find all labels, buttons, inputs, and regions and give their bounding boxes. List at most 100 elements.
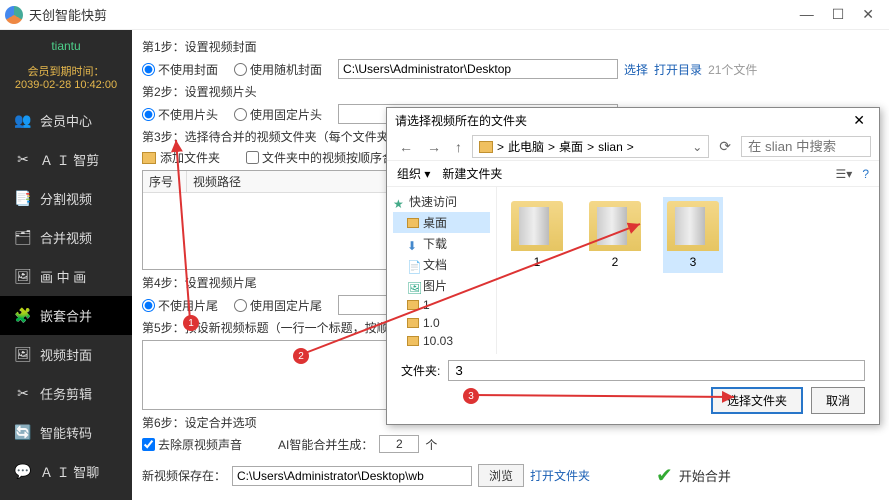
s6-remove-audio[interactable]: 去除原视频声音 xyxy=(142,436,242,453)
nav-label: Ａ Ｉ 智聊 xyxy=(40,462,99,481)
ai-gen-count[interactable]: 2 xyxy=(379,435,419,453)
doc-icon: 📄 xyxy=(407,260,419,270)
nav-back[interactable]: ← xyxy=(395,137,417,157)
folder-thumb xyxy=(667,201,719,251)
s4-fixed-tail[interactable]: 使用固定片尾 xyxy=(234,297,322,314)
star-icon: ★ xyxy=(393,197,405,207)
quick-access[interactable]: ★快速访问 xyxy=(393,191,490,212)
dialog-close-button[interactable]: ✕ xyxy=(847,112,871,129)
split-icon: 📑 xyxy=(14,192,32,206)
nav-nested-merge[interactable]: 🧩嵌套合并 xyxy=(0,296,132,335)
folder-thumb xyxy=(589,201,641,251)
folder-name-label: 文件夹: xyxy=(401,362,440,379)
app-logo xyxy=(5,6,23,24)
start-merge-button[interactable]: ✔开始合并 xyxy=(656,463,731,488)
minimize-button[interactable]: — xyxy=(800,6,814,23)
nav-ai-chat[interactable]: 💬Ａ Ｉ 智聊 xyxy=(0,452,132,491)
dropdown-icon[interactable]: ⌄ xyxy=(692,140,702,154)
nav: 👥 会员中心 ✂ Ａ Ｉ 智剪 📑 分割视频 🗂 合并视频 🖼 画 中 画 🧩嵌套合并 🖼… xyxy=(0,101,132,491)
side-desktop[interactable]: 桌面 xyxy=(393,212,490,233)
s1-random-cover[interactable]: 使用随机封面 xyxy=(234,61,322,78)
nav-up[interactable]: ↑ xyxy=(451,137,466,157)
add-folder-button[interactable]: 添加文件夹 xyxy=(142,149,220,166)
nav-member-center[interactable]: 👥 会员中心 xyxy=(0,101,132,140)
folder-icon xyxy=(479,141,493,153)
titlebar: 天创智能快剪 — ☐ ✕ xyxy=(0,0,889,30)
s1-select[interactable]: 选择 xyxy=(624,61,648,78)
breadcrumb[interactable]: > 此电脑 > 桌面 > slian > ⌄ xyxy=(472,135,709,158)
folder-thumb xyxy=(511,201,563,251)
folder-picker-dialog: 请选择视频所在的文件夹 ✕ ← → ↑ > 此电脑 > 桌面 > slian >… xyxy=(386,107,880,425)
s1-file-count: 21个文件 xyxy=(708,61,757,78)
s2-no-head[interactable]: 不使用片头 xyxy=(142,106,218,123)
ai-cut-icon: ✂ xyxy=(14,153,32,167)
refresh-button[interactable]: ⟳ xyxy=(715,136,735,157)
nav-label: 视频封面 xyxy=(40,345,92,364)
folder-icon xyxy=(407,336,419,346)
ai-gen-label: AI智能合并生成： xyxy=(278,436,373,453)
side-pictures[interactable]: 🖼图片 xyxy=(393,275,490,296)
step1-label: 第1步：设置视频封面 xyxy=(142,38,879,55)
cancel-button[interactable]: 取消 xyxy=(811,387,865,414)
search-input[interactable] xyxy=(741,136,871,157)
help-button[interactable]: ? xyxy=(862,167,869,181)
nav-transcode[interactable]: 🔄智能转码 xyxy=(0,413,132,452)
folder-item-3[interactable]: 3 xyxy=(663,197,723,273)
nav-label: 合并视频 xyxy=(40,228,92,247)
s2-fixed-head[interactable]: 使用固定片头 xyxy=(234,106,322,123)
task-icon: ✂ xyxy=(14,387,32,401)
dialog-title: 请选择视频所在的文件夹 xyxy=(395,112,847,129)
nav-merge[interactable]: 🗂 合并视频 xyxy=(0,218,132,257)
folder-item-2[interactable]: 2 xyxy=(585,197,645,273)
maximize-button[interactable]: ☐ xyxy=(832,6,845,23)
nav-label: 任务剪辑 xyxy=(40,384,92,403)
view-mode-button[interactable]: ☰▾ xyxy=(836,167,853,181)
folder-item-1[interactable]: 1 xyxy=(507,197,567,273)
side-folder-10[interactable]: 1.0 xyxy=(393,314,490,332)
side-downloads[interactable]: ⬇下载 xyxy=(393,233,490,254)
nav-label: 分割视频 xyxy=(40,189,92,208)
organize-menu[interactable]: 组织 ▾ xyxy=(397,165,430,182)
pic-icon: 🖼 xyxy=(407,281,419,291)
username: tiantu xyxy=(0,35,132,57)
nav-label: 会员中心 xyxy=(40,111,92,130)
step2-label: 第2步：设置视频片头 xyxy=(142,83,879,100)
cover-icon: 🖼 xyxy=(14,348,32,362)
folder-icon xyxy=(407,318,419,328)
browse-button[interactable]: 浏览 xyxy=(478,464,524,487)
s4-no-tail[interactable]: 不使用片尾 xyxy=(142,297,218,314)
transcode-icon: 🔄 xyxy=(14,426,32,440)
merge-icon: 🗂 xyxy=(14,231,32,245)
folder-icon xyxy=(142,152,156,164)
folder-name-input[interactable] xyxy=(448,360,865,381)
s1-no-cover[interactable]: 不使用封面 xyxy=(142,61,218,78)
side-documents[interactable]: 📄文档 xyxy=(393,254,490,275)
dialog-sidebar: ★快速访问 桌面 ⬇下载 📄文档 🖼图片 1 1.0 10.03 素材 ☁WPS… xyxy=(387,187,497,354)
member-icon: 👥 xyxy=(14,114,32,128)
side-folder-1[interactable]: 1 xyxy=(393,296,490,314)
nav-forward[interactable]: → xyxy=(423,137,445,157)
nav-pip[interactable]: 🖼 画 中 画 xyxy=(0,257,132,296)
s1-open-dir[interactable]: 打开目录 xyxy=(654,61,702,78)
expire-date: 2039-02-28 10:42:00 xyxy=(0,79,132,97)
new-folder-button[interactable]: 新建文件夹 xyxy=(442,165,502,182)
nav-cover[interactable]: 🖼 视频封面 xyxy=(0,335,132,374)
nested-icon: 🧩 xyxy=(14,309,32,323)
nav-ai-cut[interactable]: ✂ Ａ Ｉ 智剪 xyxy=(0,140,132,179)
save-path-input[interactable] xyxy=(232,466,472,486)
nav-split[interactable]: 📑 分割视频 xyxy=(0,179,132,218)
nav-label: 画 中 画 xyxy=(40,267,86,286)
select-folder-button[interactable]: 选择文件夹 xyxy=(711,387,803,414)
pip-icon: 🖼 xyxy=(14,270,32,284)
nav-label: Ａ Ｉ 智剪 xyxy=(40,150,99,169)
window-controls: — ☐ ✕ xyxy=(800,6,884,23)
save-label: 新视频保存在： xyxy=(142,467,226,484)
expire-label: 会员到期时间： xyxy=(0,57,132,79)
folder-icon xyxy=(407,218,419,228)
folder-grid: 1 2 3 xyxy=(497,187,879,354)
open-folder[interactable]: 打开文件夹 xyxy=(530,467,590,484)
s1-path-input[interactable] xyxy=(338,59,618,79)
side-folder-1003[interactable]: 10.03 xyxy=(393,332,490,350)
nav-task-cut[interactable]: ✂ 任务剪辑 xyxy=(0,374,132,413)
close-button[interactable]: ✕ xyxy=(862,6,874,23)
